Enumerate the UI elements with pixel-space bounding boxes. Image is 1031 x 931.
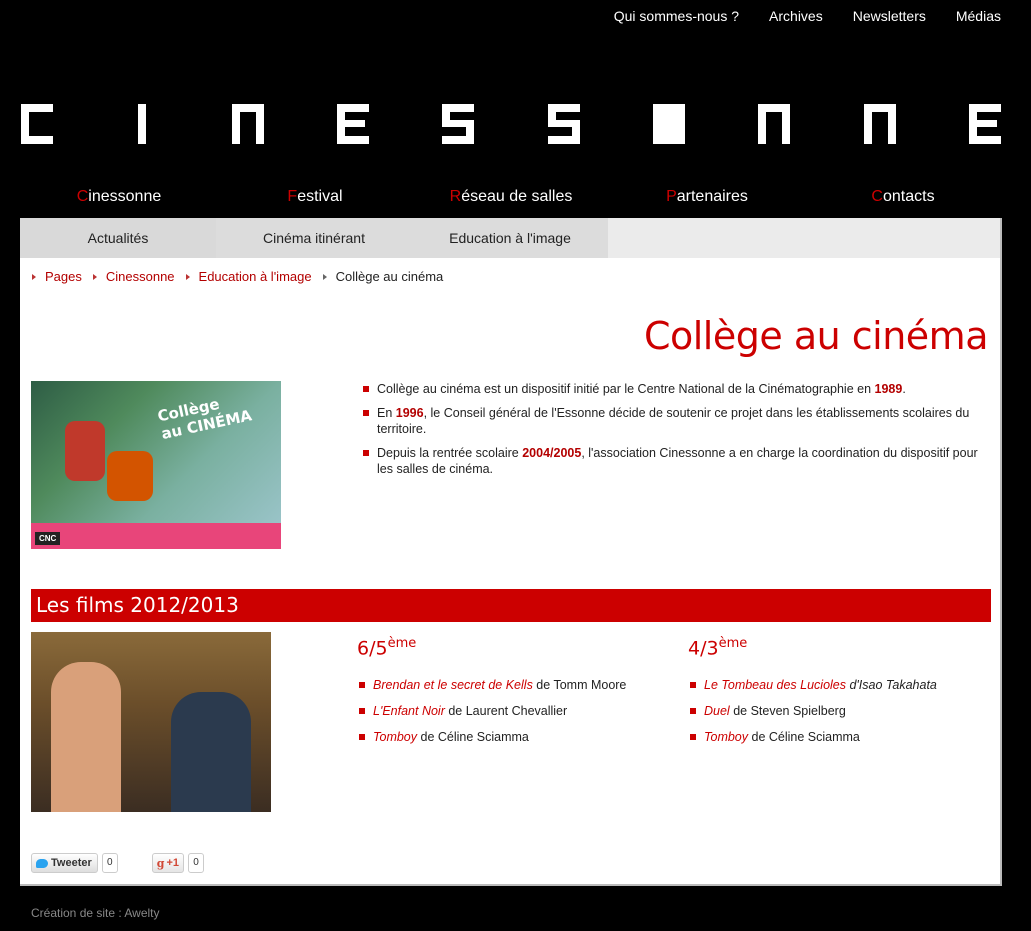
site-logo[interactable]	[21, 104, 1001, 144]
twitter-bird-icon	[36, 858, 48, 868]
subnav-cinema-itinerant[interactable]: Cinéma itinérant	[216, 218, 412, 258]
subnav-filler	[608, 218, 1000, 258]
tweet-button[interactable]: Tweeter	[31, 853, 98, 873]
film-link[interactable]: L'Enfant Noir	[373, 704, 445, 718]
main-nav: Cinessonne Festival Réseau de salles Par…	[21, 188, 1001, 206]
subnav-actualites[interactable]: Actualités	[20, 218, 216, 258]
content-panel: Actualités Cinéma itinérant Education à …	[20, 218, 1002, 886]
top-link-newsletters[interactable]: Newsletters	[853, 8, 926, 24]
chevron-right-icon	[92, 273, 97, 280]
logo-letter	[758, 104, 791, 144]
logo-letter	[652, 104, 685, 144]
poster-figure	[65, 421, 105, 481]
logo-letter	[863, 104, 896, 144]
logo-letter	[968, 104, 1001, 144]
footer-credit[interactable]: Création de site : Awelty	[31, 906, 160, 920]
google-plus-button[interactable]: g +1	[151, 853, 185, 873]
film-item: Tomboy de Céline Sciamma	[357, 729, 626, 745]
still-figure	[171, 692, 251, 812]
logo-letter	[21, 104, 53, 144]
tweet-count: 0	[101, 853, 118, 873]
film-item: Le Tombeau des Lucioles d'Isao Takahata	[688, 677, 937, 693]
poster-band	[31, 523, 281, 549]
google-plus-icon: g	[156, 856, 165, 870]
logo-letter	[231, 104, 264, 144]
section-title: Les films 2012/2013	[36, 593, 239, 617]
logo-letter	[126, 104, 158, 144]
nav-item-partenaires[interactable]: Partenaires	[609, 188, 805, 206]
logo-letter	[336, 104, 369, 144]
social-buttons: Tweeter 0 g +1 0	[31, 853, 205, 873]
column-heading: 4/3ème	[688, 636, 748, 660]
film-item: Tomboy de Céline Sciamma	[688, 729, 937, 745]
poster-figure	[107, 451, 153, 501]
film-link[interactable]: Brendan et le secret de Kells	[373, 678, 533, 692]
breadcrumb-cinessonne[interactable]: Cinessonne	[106, 269, 175, 284]
nav-item-festival[interactable]: Festival	[217, 188, 413, 206]
column-heading: 6/5ème	[357, 636, 417, 660]
list-item: En 1996, le Conseil général de l'Essonne…	[361, 405, 991, 437]
nav-item-contacts[interactable]: Contacts	[805, 188, 1001, 206]
film-item: L'Enfant Noir de Laurent Chevallier	[357, 703, 626, 719]
chevron-right-icon	[185, 273, 190, 280]
google-plus-count: 0	[188, 853, 205, 873]
film-link[interactable]: Tomboy	[373, 730, 417, 744]
film-item: Brendan et le secret de Kells de Tomm Mo…	[357, 677, 626, 693]
film-item: Duel de Steven Spielberg	[688, 703, 937, 719]
films-column-6-5: 6/5ème Brendan et le secret de Kells de …	[357, 636, 626, 755]
breadcrumb-pages[interactable]: Pages	[45, 269, 82, 284]
top-link-about[interactable]: Qui sommes-nous ?	[614, 8, 739, 24]
poster-badge: Collège au CINÉMA	[155, 394, 254, 444]
logo-letter	[442, 104, 475, 144]
breadcrumb-current: Collège au cinéma	[335, 269, 444, 284]
film-still-image	[31, 632, 271, 812]
top-links: Qui sommes-nous ? Archives Newsletters M…	[614, 8, 1001, 24]
college-au-cinema-poster: Collège au CINÉMA CNC	[31, 381, 281, 549]
film-link[interactable]: Tomboy	[704, 730, 748, 744]
page-title: Collège au cinéma	[643, 314, 989, 358]
logo-letter	[547, 104, 580, 144]
nav-item-reseau[interactable]: Réseau de salles	[413, 188, 609, 206]
sub-nav: Actualités Cinéma itinérant Education à …	[20, 218, 1000, 258]
breadcrumb: Pages Cinessonne Education à l'image Col…	[32, 269, 454, 284]
chevron-right-icon	[322, 273, 327, 280]
top-link-medias[interactable]: Médias	[956, 8, 1001, 24]
chevron-right-icon	[32, 273, 36, 280]
still-figure	[51, 662, 121, 812]
breadcrumb-education[interactable]: Education à l'image	[199, 269, 312, 284]
section-header: Les films 2012/2013	[31, 589, 991, 622]
film-link[interactable]: Duel	[704, 704, 730, 718]
list-item: Depuis la rentrée scolaire 2004/2005, l'…	[361, 445, 991, 477]
film-link[interactable]: Le Tombeau des Lucioles	[704, 678, 846, 692]
top-link-archives[interactable]: Archives	[769, 8, 823, 24]
films-column-4-3: 4/3ème Le Tombeau des Lucioles d'Isao Ta…	[688, 636, 937, 755]
cnc-logo: CNC	[35, 532, 61, 545]
intro-list: Collège au cinéma est un dispositif init…	[361, 381, 991, 485]
nav-item-cinessonne[interactable]: Cinessonne	[21, 188, 217, 206]
list-item: Collège au cinéma est un dispositif init…	[361, 381, 991, 397]
subnav-education-image[interactable]: Education à l'image	[412, 218, 608, 258]
